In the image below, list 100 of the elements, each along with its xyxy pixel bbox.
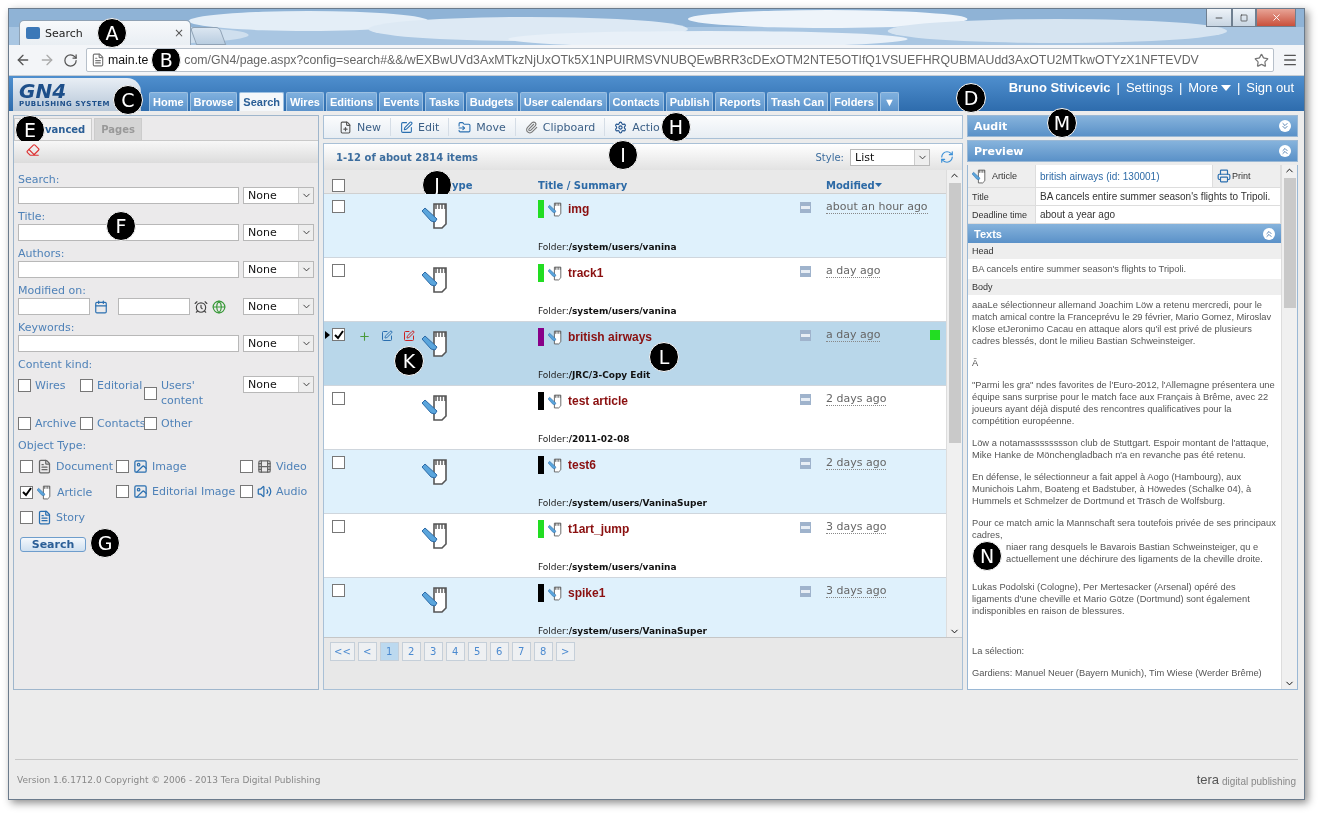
date-field[interactable] — [18, 298, 90, 315]
dropdown[interactable]: None — [243, 187, 314, 204]
page-button[interactable]: 4 — [445, 642, 465, 661]
nav-tab[interactable]: Wires — [286, 92, 324, 111]
close-tab-button[interactable]: × — [173, 26, 184, 40]
page-button[interactable]: 7 — [511, 642, 531, 661]
sign-out-link[interactable]: Sign out — [1246, 80, 1294, 95]
panel-tab[interactable]: E vanced — [14, 118, 93, 140]
checkbox[interactable] — [116, 460, 129, 473]
checkbox[interactable] — [20, 485, 33, 499]
item-title[interactable]: test6 — [568, 458, 596, 472]
checkbox[interactable] — [332, 584, 345, 597]
checkbox[interactable] — [80, 417, 93, 430]
checkbox[interactable] — [332, 328, 345, 341]
checkbox[interactable] — [80, 379, 93, 392]
checkbox[interactable] — [20, 460, 33, 473]
checkbox[interactable] — [332, 520, 345, 533]
checkbox[interactable] — [240, 460, 253, 473]
nav-tab[interactable]: Trash Can — [766, 92, 829, 111]
checkbox[interactable] — [332, 392, 345, 405]
scrollbar[interactable] — [946, 170, 962, 637]
column-header[interactable]: ype — [452, 179, 473, 191]
style-dropdown[interactable]: List — [850, 148, 930, 166]
checkbox[interactable] — [18, 417, 31, 430]
item-title[interactable]: track1 — [568, 266, 604, 280]
dropdown[interactable]: None — [243, 335, 314, 352]
eraser-icon[interactable] — [26, 143, 40, 157]
column-header[interactable]: Title / Summary — [538, 179, 800, 191]
item-title[interactable]: british airways — [568, 330, 653, 344]
column-header[interactable]: Modified — [826, 179, 875, 191]
nav-tab[interactable]: Publish — [665, 92, 714, 111]
checkbox[interactable] — [240, 485, 253, 498]
toolbar-button[interactable]: New — [330, 118, 391, 136]
nav-tab[interactable]: Budgets — [465, 92, 518, 111]
nav-tab[interactable]: Home — [149, 92, 188, 111]
back-icon[interactable] — [15, 52, 31, 68]
dropdown[interactable]: None — [243, 224, 314, 241]
dropdown[interactable]: None — [243, 376, 314, 393]
toolbar-button[interactable]: Actio — [605, 118, 660, 136]
page-button[interactable]: 6 — [489, 642, 509, 661]
page-button[interactable]: << — [330, 642, 355, 661]
date-field[interactable] — [118, 298, 190, 315]
result-row[interactable]: t1art_jump Folder:/system/users/vanina 3 days ago — [324, 514, 946, 578]
address-field[interactable]: main.te B com/GN4/page.aspx?config=search#&&/wEXBwUVd3AxMTkzNjUxOTk5X1NPUIRMSVNUBQEwBRR3cDExOTM2NTE5OTIfQ1VSUEFHRQUBMAUdd3AxOTU2MTkwOTYzX1NFTEVDV — [86, 48, 1274, 72]
scroll-thumb[interactable] — [948, 183, 961, 443]
nav-tab[interactable]: Browse — [189, 92, 238, 111]
nav-tab[interactable]: Folders — [830, 92, 878, 111]
nav-tab[interactable]: Search — [239, 92, 284, 111]
checkbox[interactable] — [332, 200, 345, 213]
alarm-clock-icon[interactable] — [194, 299, 208, 314]
page-button[interactable]: > — [555, 642, 575, 661]
search-button[interactable]: Search — [20, 537, 86, 552]
checkbox[interactable] — [116, 485, 129, 498]
nav-tab[interactable]: ▼ — [879, 92, 899, 111]
result-row[interactable]: test6 Folder:/system/users/VaninaSuper 2 days ago — [324, 450, 946, 514]
nav-tab[interactable]: Tasks — [425, 92, 464, 111]
checkbox[interactable] — [20, 511, 33, 524]
dropdown[interactable]: None — [243, 261, 314, 278]
page-button[interactable]: < — [357, 642, 377, 661]
add-icon[interactable] — [358, 330, 371, 343]
section-header[interactable]: Texts — [968, 224, 1281, 243]
checkbox[interactable] — [18, 379, 31, 392]
toolbar-button[interactable]: Move — [449, 118, 516, 136]
more-link[interactable]: More — [1188, 80, 1231, 95]
refresh-icon[interactable] — [940, 150, 954, 164]
result-row[interactable]: test article Folder:/2011-02-08 2 days ago — [324, 386, 946, 450]
scroll-thumb[interactable] — [1283, 178, 1296, 308]
page-button[interactable]: 3 — [423, 642, 443, 661]
page-button[interactable]: 8 — [533, 642, 553, 661]
nav-tab[interactable]: User calendars — [519, 92, 607, 111]
result-row[interactable]: spike1 Folder:/system/users/VaninaSuper 3 days ago — [324, 578, 946, 637]
reload-icon[interactable] — [63, 52, 78, 68]
minimize-button[interactable] — [1206, 9, 1232, 27]
checkbox[interactable] — [144, 417, 157, 430]
result-row[interactable]: track1 Folder:/system/users/vanina a day ago — [324, 258, 946, 322]
item-title[interactable]: t1art_jump — [568, 522, 630, 536]
calendar-icon[interactable] — [94, 299, 108, 314]
page-button[interactable]: 2 — [401, 642, 421, 661]
panel-header[interactable]: Preview — [967, 140, 1298, 162]
item-title[interactable]: test article — [568, 394, 629, 408]
toolbar-button[interactable]: Clipboard — [515, 118, 606, 136]
page-button[interactable]: 5 — [467, 642, 487, 661]
item-link[interactable]: british airways (id: 130001) — [1040, 170, 1160, 182]
nav-tab[interactable]: Events — [379, 92, 424, 111]
page-button[interactable]: 1 — [379, 642, 399, 661]
checkbox[interactable] — [144, 386, 157, 400]
nav-tab[interactable]: Contacts — [608, 92, 664, 111]
item-title[interactable]: spike1 — [568, 586, 606, 600]
dropdown[interactable]: None — [243, 298, 314, 315]
toolbar-button[interactable]: Edit — [391, 118, 450, 136]
checkbox[interactable] — [332, 264, 345, 277]
text-field[interactable] — [18, 187, 239, 204]
star-icon[interactable] — [1254, 52, 1269, 68]
text-field[interactable] — [18, 261, 239, 278]
result-row[interactable]: img Folder:/system/users/vanina about an hour ago — [324, 194, 946, 258]
nav-tab[interactable]: Editions — [325, 92, 378, 111]
edit-icon[interactable] — [403, 330, 415, 343]
edit-icon[interactable] — [381, 330, 393, 343]
select-all-checkbox[interactable] — [332, 178, 345, 192]
text-field[interactable] — [18, 335, 239, 352]
